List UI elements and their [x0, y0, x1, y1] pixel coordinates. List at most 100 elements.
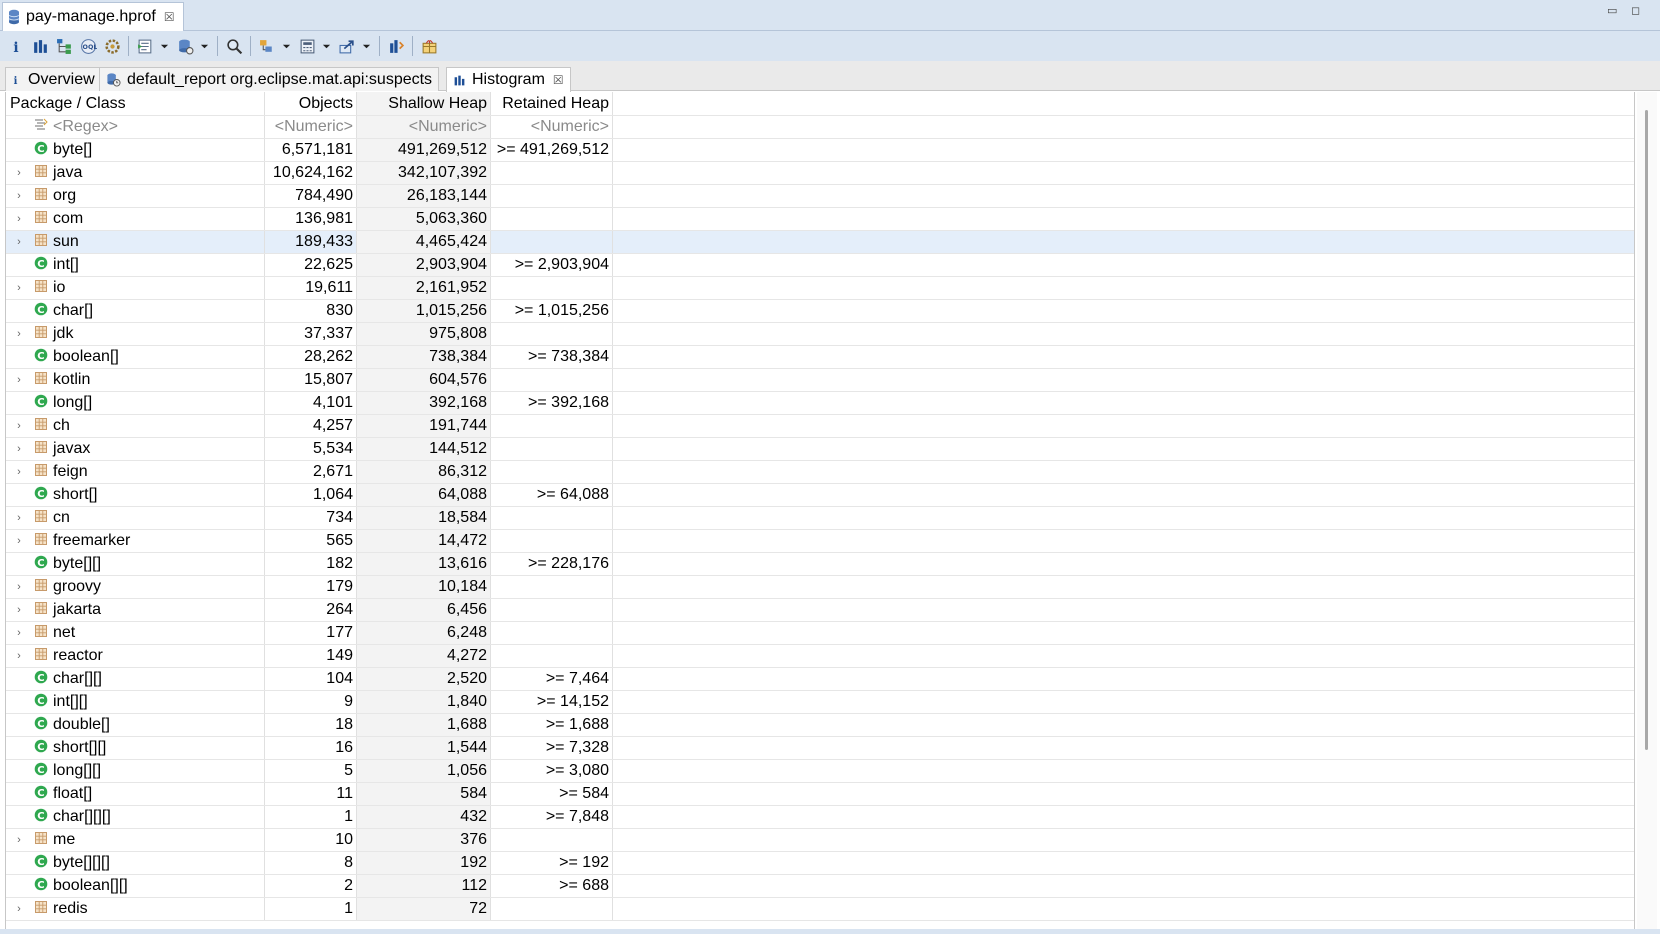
class-name-cell[interactable]: › groovy: [6, 576, 265, 598]
heap-dump-details-icon[interactable]: [419, 36, 439, 56]
class-name-cell[interactable]: Cshort[]: [6, 484, 265, 506]
table-row[interactable]: › ch 4,257 191,744: [6, 415, 1634, 438]
expand-chevron-icon[interactable]: ›: [12, 627, 26, 639]
chevron-down-icon[interactable]: [321, 36, 331, 56]
table-row[interactable]: › jdk 37,337 975,808: [6, 323, 1634, 346]
class-name-cell[interactable]: › org: [6, 185, 265, 207]
expand-chevron-icon[interactable]: ›: [12, 443, 26, 455]
class-name-cell[interactable]: › feign: [6, 461, 265, 483]
table-row[interactable]: › redis 1 72: [6, 898, 1634, 921]
table-row[interactable]: › feign 2,671 86,312: [6, 461, 1634, 484]
table-row[interactable]: Cbyte[] 6,571,181 491,269,512 >= 491,269,51…: [6, 139, 1634, 162]
run-report-icon[interactable]: [135, 36, 155, 56]
expand-chevron-icon[interactable]: ›: [12, 236, 26, 248]
editor-tab-hprof[interactable]: pay-manage.hprof ☒: [2, 2, 184, 31]
class-name-cell[interactable]: › kotlin: [6, 369, 265, 391]
table-row[interactable]: Cint[] 22,625 2,903,904 >= 2,903,904: [6, 254, 1634, 277]
expand-chevron-icon[interactable]: ›: [12, 581, 26, 593]
tab-overview[interactable]: i Overview: [5, 67, 102, 91]
table-row[interactable]: Cchar[][][] 1 432 >= 7,848: [6, 806, 1634, 829]
close-icon[interactable]: ☒: [164, 10, 175, 24]
thread-overview-icon[interactable]: [102, 36, 122, 56]
table-row[interactable]: › groovy 179 10,184: [6, 576, 1634, 599]
table-row[interactable]: Cbyte[][][] 8 192 >= 192: [6, 852, 1634, 875]
table-row[interactable]: › sun 189,433 4,465,424: [6, 231, 1634, 254]
table-row[interactable]: › org 784,490 26,183,144: [6, 185, 1634, 208]
class-name-cell[interactable]: Cboolean[][]: [6, 875, 265, 897]
class-name-cell[interactable]: › io: [6, 277, 265, 299]
class-name-cell[interactable]: Clong[][]: [6, 760, 265, 782]
column-header-objects[interactable]: Objects: [265, 92, 357, 115]
class-name-cell[interactable]: Cint[][]: [6, 691, 265, 713]
table-row[interactable]: Cshort[][] 16 1,544 >= 7,328: [6, 737, 1634, 760]
table-row[interactable]: › javax 5,534 144,512: [6, 438, 1634, 461]
class-name-cell[interactable]: Cchar[]: [6, 300, 265, 322]
class-name-cell[interactable]: Cbyte[]: [6, 139, 265, 161]
class-name-cell[interactable]: › reactor: [6, 645, 265, 667]
calculator-icon[interactable]: [297, 36, 317, 56]
table-row[interactable]: › freemarker 565 14,472: [6, 530, 1634, 553]
expand-chevron-icon[interactable]: ›: [12, 535, 26, 547]
retained-heap-filter-input[interactable]: <Numeric>: [491, 116, 613, 138]
dominator-tree-icon[interactable]: [54, 36, 74, 56]
table-row[interactable]: Cchar[] 830 1,015,256 >= 1,015,256: [6, 300, 1634, 323]
table-row[interactable]: Clong[][] 5 1,056 >= 3,080: [6, 760, 1634, 783]
class-name-cell[interactable]: › java: [6, 162, 265, 184]
tab-default-report[interactable]: default_report org.eclipse.mat.api:suspe…: [99, 67, 440, 91]
regex-filter-input[interactable]: <Regex>: [53, 118, 118, 136]
table-row[interactable]: › com 136,981 5,063,360: [6, 208, 1634, 231]
class-name-cell[interactable]: › sun: [6, 231, 265, 253]
class-name-cell[interactable]: › jdk: [6, 323, 265, 345]
group-by-icon[interactable]: [257, 36, 277, 56]
class-name-cell[interactable]: Cbyte[][][]: [6, 852, 265, 874]
expand-chevron-icon[interactable]: ›: [12, 604, 26, 616]
class-name-cell[interactable]: › javax: [6, 438, 265, 460]
table-row[interactable]: › kotlin 15,807 604,576: [6, 369, 1634, 392]
table-row[interactable]: › net 177 6,248: [6, 622, 1634, 645]
class-name-cell[interactable]: Cfloat[]: [6, 783, 265, 805]
class-name-cell[interactable]: Cboolean[]: [6, 346, 265, 368]
histogram-icon[interactable]: [30, 36, 50, 56]
tab-histogram[interactable]: Histogram ☒: [446, 67, 571, 92]
expand-chevron-icon[interactable]: ›: [12, 512, 26, 524]
table-row[interactable]: Cshort[] 1,064 64,088 >= 64,088: [6, 484, 1634, 507]
chevron-down-icon[interactable]: [159, 36, 169, 56]
expand-chevron-icon[interactable]: ›: [12, 190, 26, 202]
chevron-down-icon[interactable]: [361, 36, 371, 56]
table-row[interactable]: Cboolean[] 28,262 738,384 >= 738,384: [6, 346, 1634, 369]
table-row[interactable]: Cfloat[] 11 584 >= 584: [6, 783, 1634, 806]
table-row[interactable]: › me 10 376: [6, 829, 1634, 852]
expand-chevron-icon[interactable]: ›: [12, 650, 26, 662]
expand-chevron-icon[interactable]: ›: [12, 374, 26, 386]
expand-chevron-icon[interactable]: ›: [12, 282, 26, 294]
class-name-cell[interactable]: › ch: [6, 415, 265, 437]
expand-chevron-icon[interactable]: ›: [12, 903, 26, 915]
close-icon[interactable]: ☒: [553, 73, 564, 87]
scrollbar-thumb[interactable]: [1645, 110, 1648, 750]
expand-chevron-icon[interactable]: ›: [12, 213, 26, 225]
class-name-cell[interactable]: › redis: [6, 898, 265, 920]
table-row[interactable]: Clong[] 4,101 392,168 >= 392,168: [6, 392, 1634, 415]
search-icon[interactable]: [224, 36, 244, 56]
table-row[interactable]: › cn 734 18,584: [6, 507, 1634, 530]
table-row[interactable]: › reactor 149 4,272: [6, 645, 1634, 668]
vertical-scrollbar[interactable]: [1637, 92, 1657, 930]
expand-chevron-icon[interactable]: ›: [12, 834, 26, 846]
class-name-cell[interactable]: Cchar[][]: [6, 668, 265, 690]
class-name-cell[interactable]: › net: [6, 622, 265, 644]
regex-filter-cell[interactable]: <Regex>: [6, 116, 265, 138]
class-name-cell[interactable]: › com: [6, 208, 265, 230]
table-row[interactable]: Cchar[][] 104 2,520 >= 7,464: [6, 668, 1634, 691]
info-icon[interactable]: i: [6, 36, 26, 56]
expand-chevron-icon[interactable]: ›: [12, 420, 26, 432]
column-header-retained-heap[interactable]: Retained Heap: [491, 92, 613, 115]
class-name-cell[interactable]: › freemarker: [6, 530, 265, 552]
column-header-package-class[interactable]: Package / Class: [6, 92, 265, 115]
maximize-icon[interactable]: ◻: [1631, 4, 1640, 17]
class-name-cell[interactable]: Cint[]: [6, 254, 265, 276]
objects-filter-input[interactable]: <Numeric>: [265, 116, 357, 138]
table-row[interactable]: › java 10,624,162 342,107,392: [6, 162, 1634, 185]
oql-icon[interactable]: OQL: [78, 36, 98, 56]
class-name-cell[interactable]: › jakarta: [6, 599, 265, 621]
table-row[interactable]: Cbyte[][] 182 13,616 >= 228,176: [6, 553, 1634, 576]
